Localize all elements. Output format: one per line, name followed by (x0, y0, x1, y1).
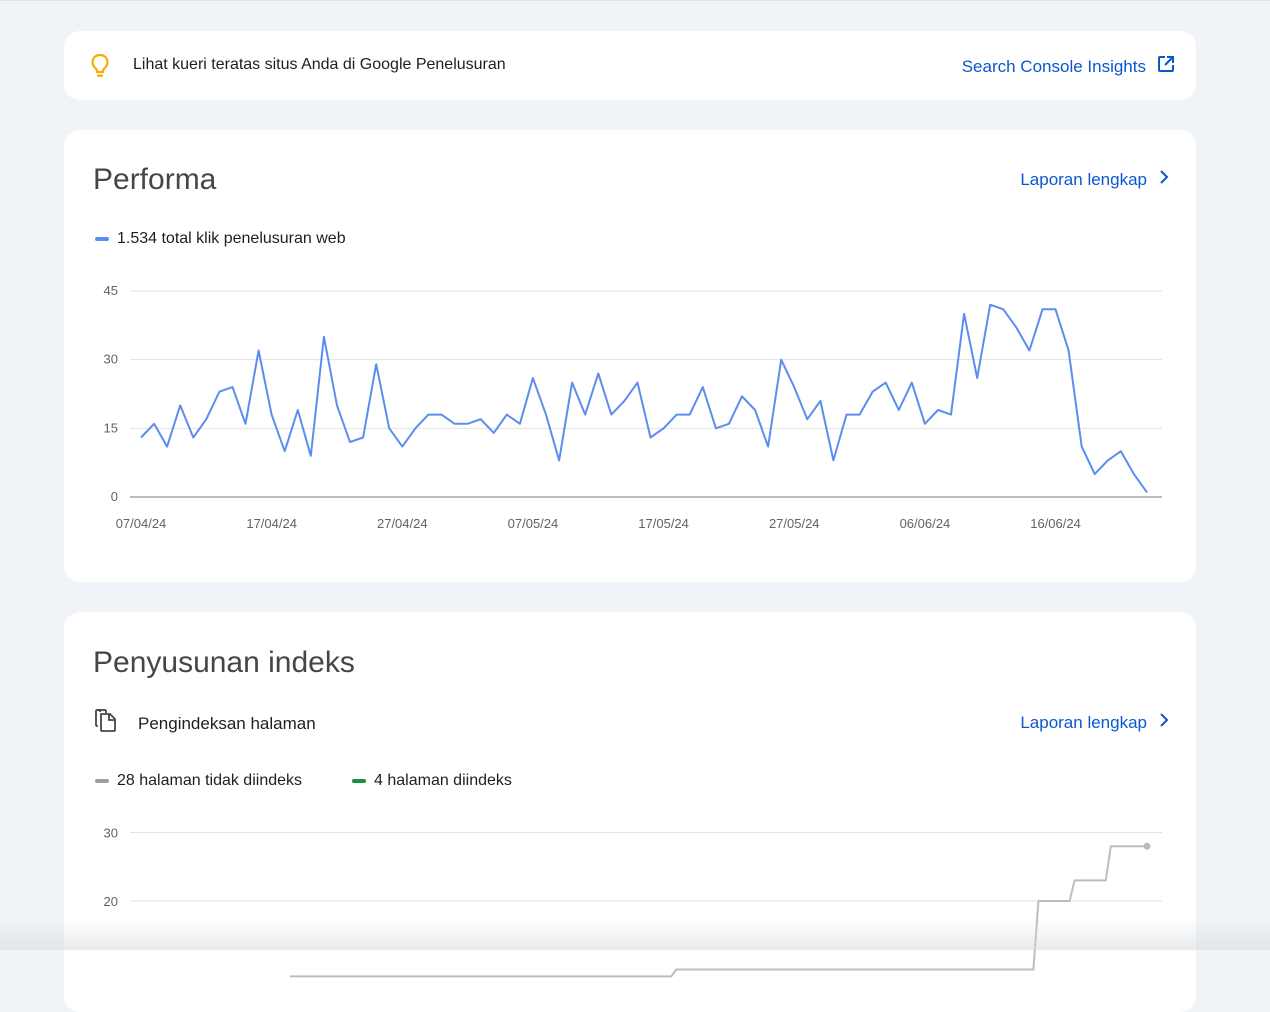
x-tick-label: 06/06/24 (900, 516, 951, 531)
y-tick-label: 45 (104, 283, 118, 298)
indexing-card: Penyusunan indeks Pengindeksan halaman L… (64, 612, 1196, 1012)
lightbulb-icon (88, 52, 112, 80)
y-tick-label: 30 (104, 352, 118, 367)
x-tick-label: 17/05/24 (638, 516, 689, 531)
indexing-chart: 2030 (104, 826, 1162, 978)
y-tick-label: 20 (104, 894, 118, 909)
top-divider (0, 0, 1270, 1)
clicks-series-line (140, 303, 1148, 493)
performance-chart: 0 15 30 45 07/04/24 17/04/24 27/04/24 07/05/24 1… (104, 283, 1162, 531)
search-console-insights-link[interactable]: Search Console Insights (962, 54, 1176, 79)
y-tick-label: 15 (104, 420, 118, 435)
x-tick-label: 07/04/24 (116, 516, 167, 531)
performance-card: Performa Laporan lengkap 1.534 total kli… (64, 130, 1196, 582)
x-tick-label: 07/05/24 (508, 516, 559, 531)
series-end-marker (1143, 842, 1151, 850)
y-tick-label: 30 (104, 826, 118, 841)
open-in-new-icon (1156, 54, 1176, 79)
x-tick-label: 16/06/24 (1030, 516, 1081, 531)
y-tick-label: 0 (111, 489, 118, 504)
search-console-insights-label: Search Console Insights (961, 56, 1146, 76)
insight-text: Lihat kueri teratas situs Anda di Google… (133, 56, 506, 73)
not-indexed-series-line (290, 845, 1147, 978)
x-tick-label: 17/04/24 (246, 516, 297, 531)
insight-card: Lihat kueri teratas situs Anda di Google… (64, 31, 1196, 100)
x-tick-label: 27/05/24 (769, 516, 820, 531)
bottom-fade (0, 918, 1270, 950)
x-tick-label: 27/04/24 (377, 516, 428, 531)
